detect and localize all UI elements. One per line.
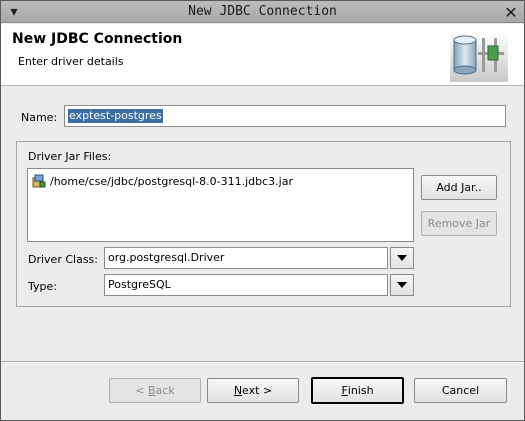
name-label: Name:: [21, 111, 58, 124]
finish-button[interactable]: Finish: [311, 377, 404, 404]
page-subtitle: Enter driver details: [18, 55, 124, 68]
type-label: Type:: [28, 280, 57, 293]
next-button[interactable]: Next >: [207, 378, 299, 403]
finish-button-label: inish: [347, 384, 374, 397]
button-bar-separator: [1, 361, 524, 363]
type-dropdown-button[interactable]: [390, 274, 414, 296]
jar-path: /home/cse/jdbc/postgresql-8.0-311.jdbc3.…: [50, 174, 293, 188]
back-button-mnemonic: B: [148, 384, 156, 397]
next-button-mnemonic: N: [233, 384, 243, 397]
back-button-prefix: <: [135, 384, 148, 397]
jar-file-icon: [32, 174, 46, 188]
driver-class-input[interactable]: org.postgresql.Driver: [104, 247, 388, 269]
back-button-label: ack: [155, 384, 175, 397]
type-input[interactable]: PostgreSQL: [104, 274, 388, 296]
database-connection-icon: [450, 32, 508, 82]
name-input[interactable]: exptest-postgres: [64, 105, 506, 127]
wizard-header: New JDBC Connection Enter driver details: [1, 24, 524, 86]
list-item[interactable]: /home/cse/jdbc/postgresql-8.0-311.jdbc3.…: [32, 174, 293, 188]
title-bar[interactable]: ▾ New JDBC Connection ✕: [1, 1, 524, 23]
driver-class-dropdown-button[interactable]: [390, 247, 414, 269]
chevron-down-icon: [397, 255, 407, 261]
chevron-down-icon: [397, 282, 407, 288]
dialog-window: ▾ New JDBC Connection ✕ New JDBC Connect…: [0, 0, 525, 421]
add-jar-button[interactable]: Add Jar..: [421, 175, 497, 200]
name-input-value: exptest-postgres: [68, 109, 163, 123]
driver-jar-list[interactable]: /home/cse/jdbc/postgresql-8.0-311.jdbc3.…: [27, 168, 414, 242]
driver-jar-files-label: Driver Jar Files:: [28, 150, 112, 163]
next-button-label: ext >: [242, 384, 273, 397]
remove-jar-button[interactable]: Remove Jar: [421, 211, 497, 236]
close-icon[interactable]: ✕: [503, 3, 519, 22]
driver-class-label: Driver Class:: [28, 253, 98, 266]
back-button[interactable]: < Back: [109, 378, 201, 403]
window-title: New JDBC Connection: [188, 4, 337, 19]
cancel-button[interactable]: Cancel: [414, 378, 507, 403]
page-title: New JDBC Connection: [12, 31, 183, 47]
